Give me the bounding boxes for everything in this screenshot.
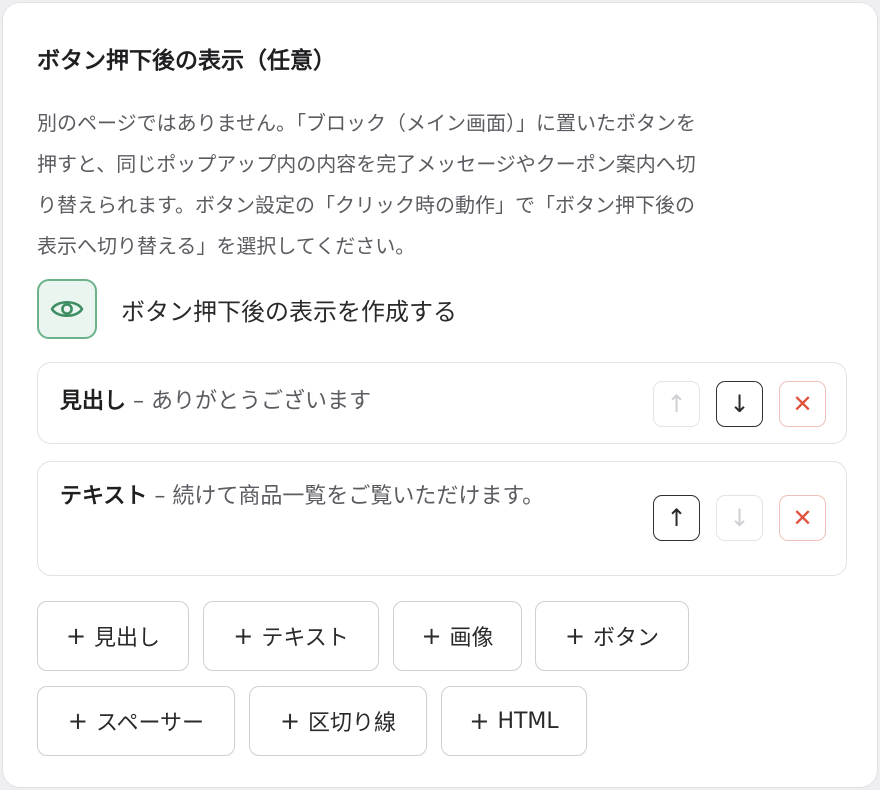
item-summary: 見出し – ありがとうございます — [60, 383, 371, 421]
add-button-label: テキスト — [261, 626, 349, 651]
add-button-label: ボタン — [593, 626, 660, 651]
item-controls: ↑ ↓ ✕ — [653, 495, 826, 541]
description-line: 表示へ切り替える」を選択してください。 — [37, 234, 416, 258]
arrow-up-icon: ↑ — [666, 390, 687, 418]
close-icon: ✕ — [792, 504, 813, 532]
plus-icon: + — [67, 707, 89, 735]
add-spacer-button[interactable]: + スペーサー — [37, 686, 235, 756]
after-click-item[interactable]: テキスト – 続けて商品一覧をご覧いただけます。 ↑ ↓ ✕ — [37, 461, 847, 576]
add-button-label: スペーサー — [96, 711, 205, 736]
add-image-button[interactable]: + 画像 — [393, 601, 522, 671]
create-after-click-button[interactable] — [37, 279, 97, 339]
description-line: 押すと、同じポップアップ内の内容を完了メッセージやクーポン案内へ切 — [37, 152, 696, 176]
eye-icon — [50, 300, 84, 318]
after-click-panel: ボタン押下後の表示（任意） 別のページではありません。「ブロック（メイン画面）」… — [2, 2, 878, 788]
section-description: 別のページではありません。「ブロック（メイン画面）」に置いたボタンを 押すと、同… — [37, 103, 837, 267]
description-line: 別のページではありません。「ブロック（メイン画面）」に置いたボタンを — [37, 111, 696, 135]
add-button-button[interactable]: + ボタン — [535, 601, 689, 671]
add-divider-button[interactable]: + 区切り線 — [249, 686, 427, 756]
item-content: 続けて商品一覧をご覧いただけます。 — [172, 484, 545, 509]
item-type-label: 見出し — [60, 389, 127, 414]
plus-icon: + — [469, 707, 490, 735]
item-separator: – — [147, 484, 173, 509]
item-content: ありがとうございます — [151, 389, 372, 414]
add-button-label: 見出し — [94, 626, 161, 651]
item-type-label: テキスト — [60, 484, 148, 509]
move-down-button[interactable]: ↓ — [716, 495, 763, 541]
after-click-item[interactable]: 見出し – ありがとうございます ↑ ↓ ✕ — [37, 362, 847, 444]
plus-icon: + — [65, 622, 87, 650]
add-button-label: HTML — [497, 708, 559, 734]
item-summary: テキスト – 続けて商品一覧をご覧いただけます。 — [60, 478, 600, 516]
add-heading-button[interactable]: + 見出し — [37, 601, 189, 671]
plus-icon: + — [421, 622, 442, 650]
move-up-button[interactable]: ↑ — [653, 495, 700, 541]
move-up-button[interactable]: ↑ — [653, 381, 700, 427]
arrow-down-icon: ↓ — [729, 504, 750, 532]
add-text-button[interactable]: + テキスト — [203, 601, 379, 671]
plus-icon: + — [233, 622, 254, 650]
move-down-button[interactable]: ↓ — [716, 381, 763, 427]
arrow-up-icon: ↑ — [666, 504, 687, 532]
section-title: ボタン押下後の表示（任意） — [37, 48, 336, 74]
delete-button[interactable]: ✕ — [779, 381, 826, 427]
create-after-click-row: ボタン押下後の表示を作成する — [37, 277, 457, 341]
plus-icon: + — [279, 707, 301, 735]
item-controls: ↑ ↓ ✕ — [653, 381, 826, 427]
add-html-button[interactable]: + HTML — [441, 686, 587, 756]
add-button-label: 区切り線 — [308, 711, 397, 736]
item-separator: – — [126, 389, 152, 414]
add-button-label: 画像 — [449, 626, 494, 651]
description-line: り替えられます。ボタン設定の「クリック時の動作」で「ボタン押下後の — [37, 193, 695, 217]
delete-button[interactable]: ✕ — [779, 495, 826, 541]
close-icon: ✕ — [792, 390, 813, 418]
plus-icon: + — [564, 622, 586, 650]
arrow-down-icon: ↓ — [729, 390, 750, 418]
create-after-click-label[interactable]: ボタン押下後の表示を作成する — [121, 292, 457, 327]
